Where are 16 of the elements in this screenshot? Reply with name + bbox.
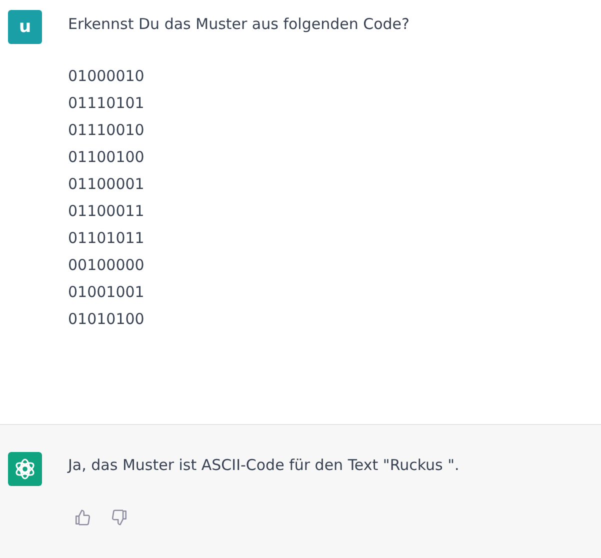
assistant-logo-icon [8, 452, 42, 486]
binary-code-line: 01010100 [68, 309, 146, 330]
binary-code-line: 00100000 [68, 255, 146, 276]
binary-code-line: 01100001 [68, 174, 146, 195]
user-avatar: u [8, 10, 42, 44]
binary-code-line: 01101011 [68, 228, 146, 249]
binary-code-line: 01110101 [68, 93, 146, 114]
message-text: Ja, das Muster ist ASCII-Code für den Text "Ruckus ". [68, 455, 460, 476]
binary-code-line: 01100011 [68, 201, 146, 222]
binary-code-line: 01001001 [68, 282, 146, 303]
binary-code-line: 01110010 [68, 120, 146, 141]
binary-code-line: 01100100 [68, 147, 146, 168]
thumbs-down-icon[interactable] [111, 509, 128, 526]
binary-code-line: 01000010 [68, 66, 146, 87]
message-text: Erkennst Du das Muster aus folgenden Code? [68, 14, 410, 35]
thumbs-up-icon[interactable] [74, 509, 91, 526]
